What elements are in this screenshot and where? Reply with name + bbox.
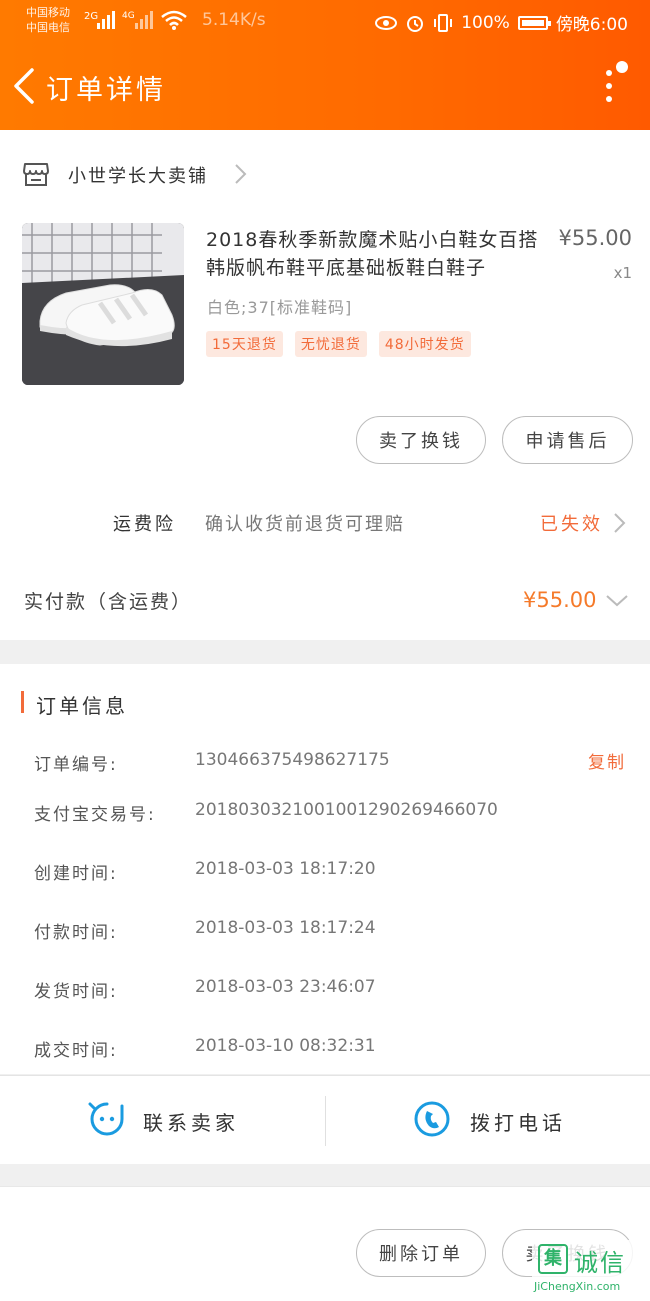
store-icon [23, 163, 49, 186]
created-time-value: 2018-03-03 18:17:20 [195, 859, 376, 879]
phone-icon [414, 1101, 450, 1137]
watermark-text: 诚信 [574, 1249, 626, 1277]
paid-amount-label: 实付款（含运费） [24, 591, 193, 613]
paid-time-label: 付款时间: [34, 923, 118, 943]
deal-time-value: 2018-03-10 08:32:31 [195, 1036, 376, 1056]
created-time-label: 创建时间: [34, 864, 118, 884]
shipped-time-value: 2018-03-03 23:46:07 [195, 977, 376, 997]
deal-time-label: 成交时间: [34, 1041, 118, 1061]
sell-for-cash-button[interactable]: 卖了换钱 [356, 416, 486, 464]
paid-time-value: 2018-03-03 18:17:24 [195, 918, 376, 938]
more-menu-icon[interactable] [600, 60, 630, 104]
wifi-icon [161, 10, 187, 30]
network-type-2: 4G [122, 11, 135, 21]
chevron-right-icon [235, 164, 247, 184]
shop-name: 小世学长大卖铺 [68, 166, 208, 187]
alarm-icon [407, 15, 424, 32]
service-tag: 48小时发货 [378, 331, 471, 357]
order-number-label: 订单编号: [34, 755, 118, 775]
chevron-right-icon [614, 513, 626, 533]
watermark-logo: 集 [538, 1244, 568, 1274]
shipped-time-label: 发货时间: [34, 982, 118, 1002]
call-phone-label: 拨打电话 [470, 1111, 566, 1135]
watermark-url: JiChengXin.com [534, 1280, 621, 1293]
carrier-2: 中国电信 [26, 21, 70, 34]
battery-percent: 100% [461, 12, 510, 33]
eye-icon [375, 15, 398, 30]
order-info-title: 订单信息 [36, 694, 128, 718]
vibrate-icon [434, 13, 453, 32]
alipay-trade-label: 支付宝交易号: [34, 805, 156, 825]
order-item-card: 小世学长大卖铺 2018春秋季新款魔术贴小白鞋女百搭韩版帆布鞋平底基础板鞋白鞋子… [0, 130, 650, 640]
order-info-section: 订单信息 订单编号: 130466375498627175 复制 支付宝交易号:… [0, 664, 650, 1074]
status-bar: 中国移动 中国电信 2G 4G 5.14K/s 100% 傍晚6:00 [0, 0, 650, 44]
network-speed: 5.14K/s [202, 10, 266, 30]
insurance-label: 运费险 [113, 514, 176, 535]
service-tag: 15天退货 [206, 331, 283, 357]
signal-icon-2 [135, 11, 153, 29]
insurance-desc: 确认收货前退货可理赔 [205, 514, 405, 535]
alipay-trade-value: 2018030321001001290269466070 [195, 800, 498, 820]
product-title[interactable]: 2018春秋季新款魔术贴小白鞋女百搭韩版帆布鞋平底基础板鞋白鞋子 [206, 226, 546, 282]
signal-icon [97, 11, 115, 29]
carrier-info: 中国移动 中国电信 [26, 5, 70, 35]
contact-seller-label: 联系卖家 [143, 1111, 239, 1135]
product-price: ¥55.00 [558, 226, 632, 250]
app-header: 中国移动 中国电信 2G 4G 5.14K/s 100% 傍晚6:00 订单详情 [0, 0, 650, 130]
paid-amount-value: ¥55.00 [523, 588, 597, 612]
clock: 傍晚6:00 [555, 15, 628, 35]
back-arrow-icon[interactable] [8, 66, 44, 106]
section-marker [21, 691, 24, 713]
service-tag: 无忧退货 [294, 331, 367, 357]
copy-button[interactable]: 复制 [588, 748, 626, 773]
product-image[interactable] [22, 223, 184, 385]
contact-bar: 联系卖家 拨打电话 [0, 1075, 650, 1164]
page-title: 订单详情 [46, 75, 166, 106]
insurance-status: 已失效 [540, 514, 603, 535]
service-tags: 15天退货 无忧退货 48小时发货 [206, 331, 471, 357]
product-spec: 白色;37[标准鞋码] [207, 298, 353, 317]
carrier-1: 中国移动 [26, 6, 70, 19]
delete-order-button[interactable]: 删除订单 [356, 1229, 486, 1277]
product-quantity: x1 [613, 264, 632, 282]
order-number-value: 130466375498627175 [195, 750, 390, 770]
battery-icon [517, 15, 551, 30]
divider [325, 1096, 326, 1146]
chevron-down-icon [606, 595, 628, 607]
apply-after-sale-button[interactable]: 申请售后 [502, 416, 633, 464]
chat-face-icon [88, 1102, 124, 1136]
status-right: 100% 傍晚6:00 [375, 10, 628, 35]
watermark: 集 诚信 JiChengXin.com [532, 1240, 650, 1300]
